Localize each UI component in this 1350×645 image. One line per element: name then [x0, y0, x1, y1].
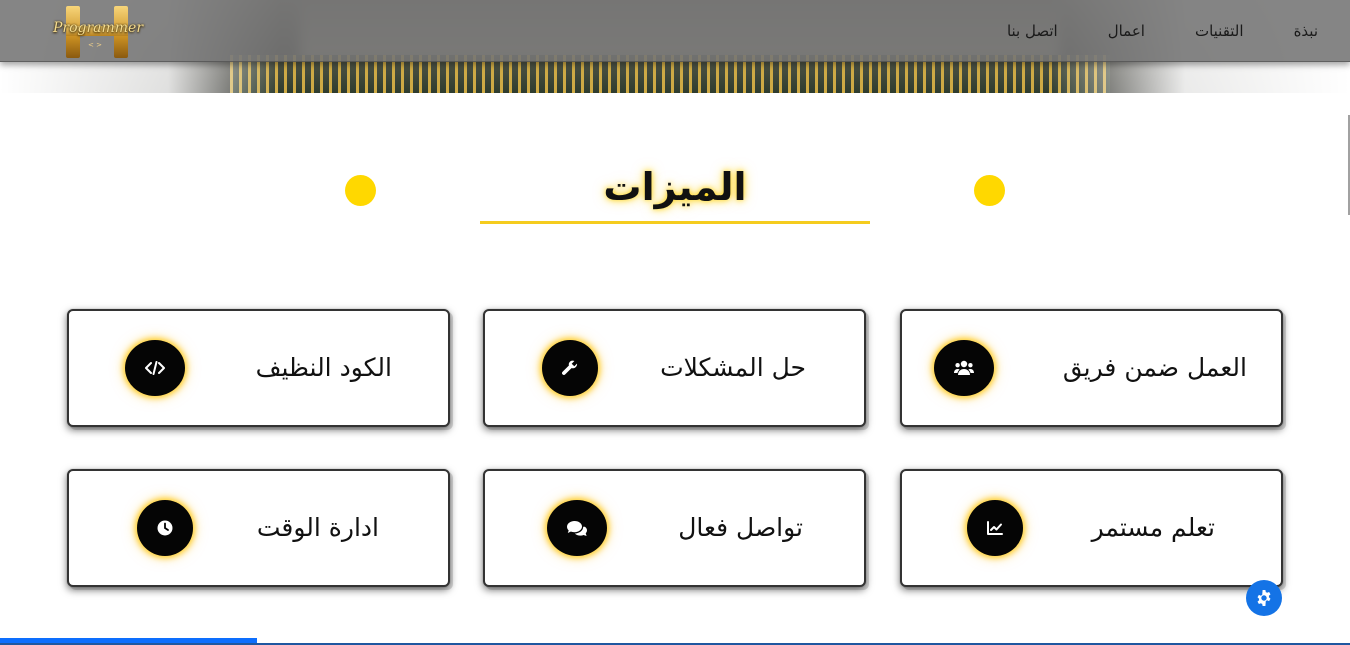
decorative-dot-right	[974, 175, 1005, 206]
feature-label: تعلم مستمر	[1091, 513, 1215, 542]
navbar: Programmer < > نبذة التقنيات اعمال اتصل …	[0, 0, 1350, 62]
feature-label: حل المشكلات	[660, 353, 806, 382]
logo-sub: < >	[88, 41, 102, 49]
feature-label: الكود النظيف	[255, 353, 392, 382]
feature-card-clean-code: الكود النظيف	[67, 309, 450, 427]
nav-link-about[interactable]: نبذة	[1294, 22, 1318, 40]
decorative-dot-left	[345, 175, 376, 206]
settings-button[interactable]	[1246, 580, 1282, 616]
users-icon	[934, 340, 994, 396]
page: Programmer < > نبذة التقنيات اعمال اتصل …	[0, 0, 1350, 645]
feature-card-time-management: ادارة الوقت	[67, 469, 450, 587]
nav-link-technologies[interactable]: التقنيات	[1195, 22, 1244, 40]
section-title: الميزات	[603, 165, 747, 209]
feature-card-effective-communication: تواصل فعال	[483, 469, 866, 587]
feature-card-teamwork: العمل ضمن فريق	[900, 309, 1283, 427]
feature-label: تواصل فعال	[678, 513, 803, 542]
comments-icon	[547, 500, 607, 556]
logo-word: Programmer	[52, 20, 144, 36]
gear-icon	[1257, 590, 1271, 606]
nav-link-works[interactable]: اعمال	[1108, 22, 1145, 40]
nav-link-contact[interactable]: اتصل بنا	[1007, 22, 1058, 40]
feature-card-continuous-learning: تعلم مستمر	[900, 469, 1283, 587]
feature-card-problem-solving: حل المشكلات	[483, 309, 866, 427]
programmer-logo[interactable]: Programmer < >	[52, 4, 144, 60]
feature-label: العمل ضمن فريق	[1062, 353, 1247, 382]
wrench-icon	[542, 340, 598, 396]
code-icon	[125, 340, 185, 396]
chart-line-icon	[967, 500, 1023, 556]
clock-icon	[137, 500, 193, 556]
nav-menu: نبذة التقنيات اعمال اتصل بنا	[1007, 22, 1318, 40]
feature-label: ادارة الوقت	[256, 513, 379, 542]
section-title-underline	[480, 221, 870, 224]
